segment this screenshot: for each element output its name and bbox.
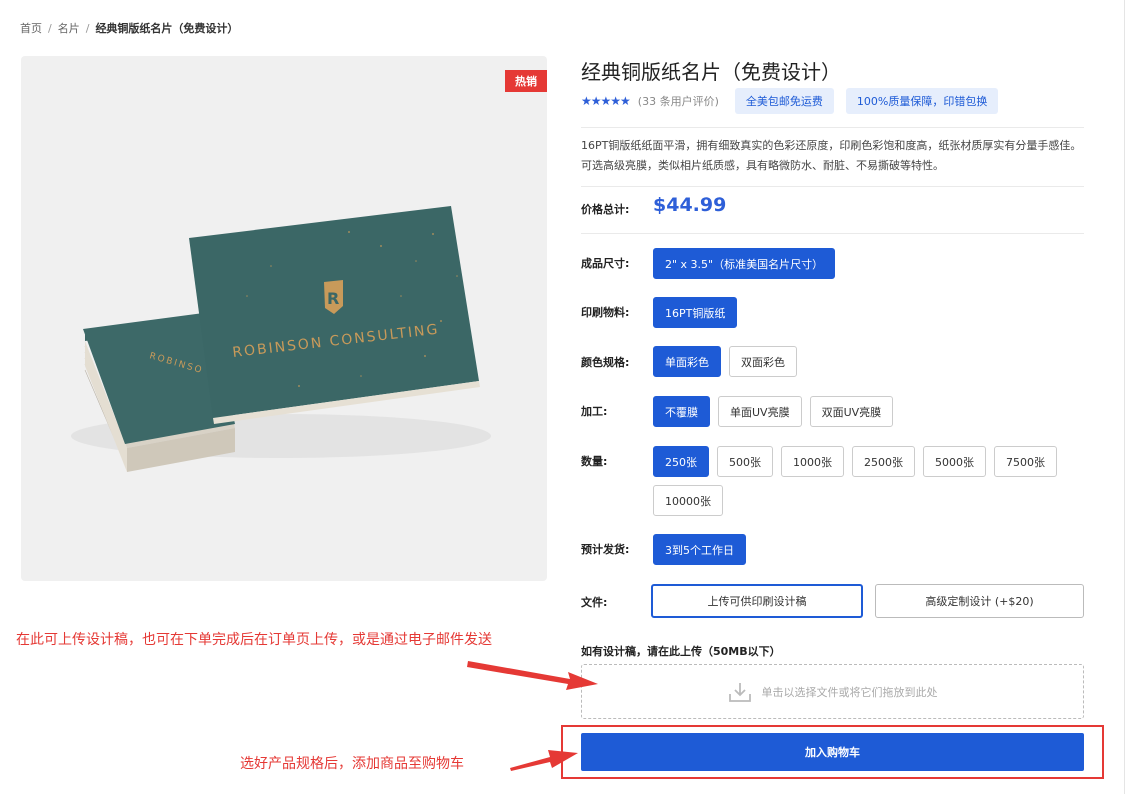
quantity-option-7500[interactable]: 7500张 bbox=[994, 446, 1057, 477]
file-label: 文件: bbox=[581, 596, 608, 609]
star-rating-icon: ★★★★★ bbox=[581, 94, 631, 108]
size-option-standard[interactable]: 2" x 3.5"（标准美国名片尺寸） bbox=[653, 248, 836, 279]
material-label: 印刷物料: bbox=[581, 306, 630, 319]
arrow-icon bbox=[467, 661, 598, 690]
shipping-label: 预计发货: bbox=[581, 543, 630, 556]
breadcrumb-current: 经典铜版纸名片（免费设计） bbox=[95, 22, 239, 35]
color-option-double[interactable]: 双面彩色 bbox=[729, 346, 797, 377]
divider bbox=[581, 186, 1084, 187]
shipping-options: 3到5个工作日 bbox=[653, 534, 1083, 565]
quantity-option-250[interactable]: 250张 bbox=[653, 446, 709, 477]
finish-option-none[interactable]: 不覆膜 bbox=[653, 396, 710, 427]
material-option-16pt[interactable]: 16PT铜版纸 bbox=[653, 297, 738, 328]
upload-annotation: 在此可上传设计稿，也可在下单完成后在订单页上传，或是通过电子邮件发送 bbox=[16, 632, 492, 648]
breadcrumb-separator: / bbox=[48, 21, 52, 35]
rating-row: ★★★★★ (33 条用户评价) 全美包邮免运费 100%质量保障，印错包换 bbox=[581, 88, 999, 114]
business-card-illustration: ROBINSO R ROBINSON CONSULTING bbox=[71, 206, 491, 472]
material-options: 16PT铜版纸 bbox=[653, 297, 1083, 328]
color-options: 单面彩色 双面彩色 bbox=[653, 346, 1083, 377]
dropzone-text: 单击以选择文件或将它们拖放到此处 bbox=[761, 685, 938, 699]
quantity-option-500[interactable]: 500张 bbox=[717, 446, 773, 477]
quantity-option-5000[interactable]: 5000张 bbox=[923, 446, 986, 477]
free-shipping-tag: 全美包邮免运费 bbox=[734, 88, 834, 114]
divider bbox=[581, 127, 1084, 128]
color-option-single[interactable]: 单面彩色 bbox=[653, 346, 721, 377]
size-options: 2" x 3.5"（标准美国名片尺寸） bbox=[653, 248, 1083, 279]
finish-option-double-uv[interactable]: 双面UV亮膜 bbox=[809, 396, 894, 427]
custom-design-button[interactable]: 高级定制设计 (+$20) bbox=[875, 584, 1084, 618]
breadcrumb-separator: / bbox=[85, 21, 90, 35]
review-count[interactable]: (33 条用户评价) bbox=[638, 93, 719, 109]
quantity-options: 250张 500张 1000张 2500张 5000张 7500张 10000张 bbox=[653, 446, 1083, 516]
upload-design-button[interactable]: 上传可供印刷设计稿 bbox=[651, 584, 863, 618]
upload-dropzone[interactable]: 单击以选择文件或将它们拖放到此处 bbox=[581, 664, 1084, 719]
card-logo-letter: R bbox=[327, 289, 339, 308]
finish-label: 加工: bbox=[581, 405, 608, 418]
product-description: 16PT铜版纸纸面平滑，拥有细致真实的色彩还原度，印刷色彩饱和度高，纸张材质厚实… bbox=[581, 139, 1082, 172]
product-image: ROBINSO R ROBINSON CONSULTING 热销 bbox=[21, 56, 547, 581]
price-value: $44.99 bbox=[653, 194, 727, 216]
cart-annotation: 选好产品规格后，添加商品至购物车 bbox=[240, 756, 464, 772]
breadcrumb-category[interactable]: 名片 bbox=[58, 20, 80, 36]
price-label: 价格总计: bbox=[581, 203, 630, 216]
size-label: 成品尺寸: bbox=[581, 257, 630, 270]
finish-options: 不覆膜 单面UV亮膜 双面UV亮膜 bbox=[653, 396, 1083, 427]
divider bbox=[581, 233, 1084, 234]
quantity-option-10000[interactable]: 10000张 bbox=[653, 485, 723, 516]
color-label: 颜色规格: bbox=[581, 356, 630, 369]
shipping-option-3to5[interactable]: 3到5个工作日 bbox=[653, 534, 746, 565]
product-title: 经典铜版纸名片（免费设计） bbox=[581, 60, 841, 84]
quantity-option-2500[interactable]: 2500张 bbox=[852, 446, 915, 477]
download-icon bbox=[728, 682, 751, 702]
quality-guarantee-tag: 100%质量保障，印错包换 bbox=[845, 88, 999, 114]
finish-option-single-uv[interactable]: 单面UV亮膜 bbox=[718, 396, 802, 427]
quantity-option-1000[interactable]: 1000张 bbox=[781, 446, 844, 477]
upload-title: 如有设计稿，请在此上传（50MB以下） bbox=[581, 645, 781, 658]
quantity-label: 数量: bbox=[581, 455, 608, 468]
hot-badge: 热销 bbox=[505, 70, 547, 92]
breadcrumb-home[interactable]: 首页 bbox=[20, 20, 42, 36]
breadcrumb: 首页 / 名片 / 经典铜版纸名片（免费设计） bbox=[20, 20, 238, 36]
add-to-cart-button[interactable]: 加入购物车 bbox=[581, 733, 1084, 771]
